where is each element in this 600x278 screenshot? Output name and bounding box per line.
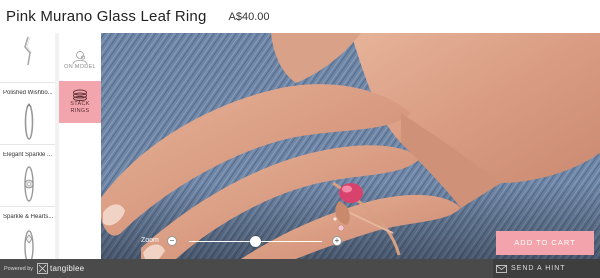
add-to-cart-button[interactable]: ADD TO CART bbox=[496, 231, 594, 255]
zoom-in-button[interactable]: + bbox=[332, 236, 342, 246]
stack-rings-label-line1: STACK bbox=[70, 101, 90, 107]
try-on-photo bbox=[101, 33, 600, 259]
list-item[interactable]: Sparkle & Hearts... bbox=[0, 208, 58, 259]
send-hint-label: SEND A HINT bbox=[511, 265, 566, 272]
stacked-rings-icon bbox=[73, 89, 87, 101]
send-hint-button[interactable]: SEND A HINT bbox=[493, 259, 600, 278]
list-item-label: Polished Wishbo... bbox=[3, 90, 53, 96]
stack-rings-label-line2: RINGS bbox=[70, 108, 90, 114]
list-item[interactable] bbox=[0, 33, 58, 83]
on-model-button[interactable]: ON MODEL bbox=[59, 39, 101, 81]
zoom-out-button[interactable]: − bbox=[167, 236, 177, 246]
ring-list[interactable]: Polished Wishbo... Elegant Sparkle ... S… bbox=[0, 33, 59, 259]
ring-thumbnail bbox=[24, 36, 33, 66]
view-tools: ON MODEL STACK RINGS bbox=[59, 33, 101, 259]
list-item[interactable]: Elegant Sparkle ... bbox=[0, 146, 58, 207]
product-header: Pink Murano Glass Leaf Ring A$40.00 bbox=[0, 0, 600, 33]
list-item-label: Elegant Sparkle ... bbox=[3, 152, 53, 158]
product-price: A$40.00 bbox=[228, 11, 270, 23]
brand-name[interactable]: tangiblee bbox=[50, 264, 84, 273]
hand-photo-image bbox=[101, 33, 600, 259]
ring-thumbnail bbox=[24, 230, 34, 259]
tangiblee-logo-icon bbox=[37, 263, 48, 274]
on-model-label: ON MODEL bbox=[64, 63, 96, 70]
stack-rings-label: STACK RINGS bbox=[70, 101, 89, 115]
person-icon bbox=[72, 50, 88, 64]
list-item-label: Sparkle & Hearts... bbox=[3, 214, 54, 220]
zoom-label: Zoom bbox=[141, 237, 159, 244]
powered-by-text: Powered by bbox=[4, 265, 34, 272]
stack-rings-button[interactable]: STACK RINGS bbox=[59, 81, 101, 123]
list-item[interactable]: Polished Wishbo... bbox=[0, 84, 58, 145]
product-title: Pink Murano Glass Leaf Ring bbox=[6, 8, 207, 25]
ring-thumbnail bbox=[24, 103, 34, 140]
envelope-icon bbox=[496, 264, 507, 273]
zoom-slider-handle[interactable] bbox=[250, 236, 261, 247]
ring-thumbnail bbox=[24, 166, 34, 202]
